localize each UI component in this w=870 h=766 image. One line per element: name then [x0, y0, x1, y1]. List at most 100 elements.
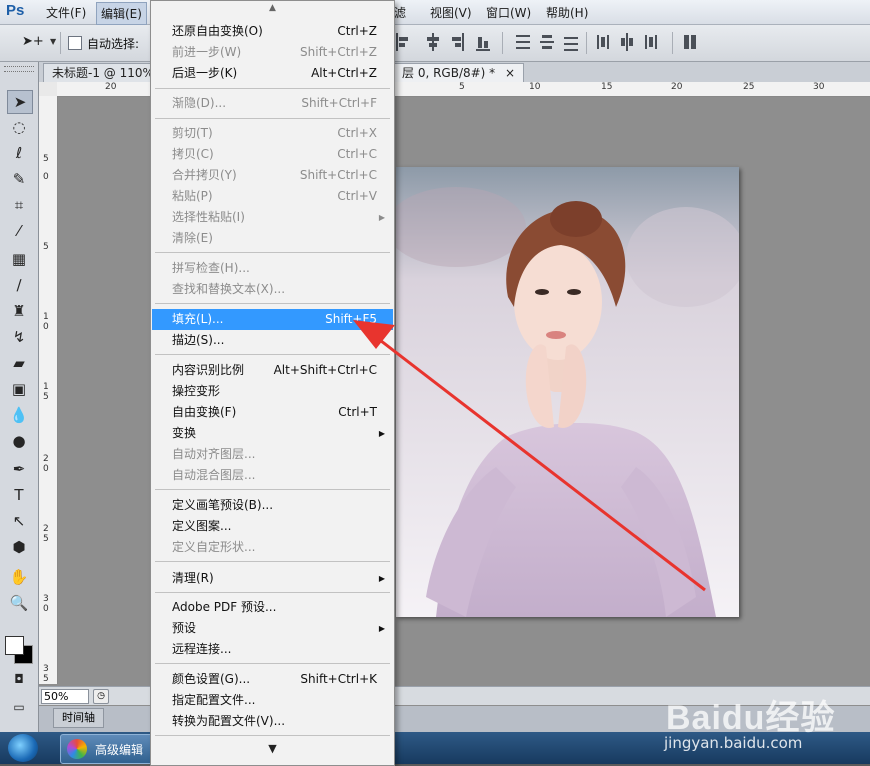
crop-tool-icon[interactable]: ⌗ [7, 194, 31, 216]
menu-item-fade[interactable]: 渐隐(D)... Shift+Ctrl+F [152, 93, 393, 114]
menu-item-stroke[interactable]: 描边(S)... [152, 330, 393, 351]
menu-help[interactable]: 帮助(H) [546, 4, 588, 21]
menu-filter[interactable]: 滤 [394, 4, 406, 21]
start-button-icon[interactable] [8, 734, 38, 762]
move-tool-icon[interactable]: ➤ [7, 90, 33, 114]
scroll-up-icon[interactable]: ▲ [151, 3, 394, 19]
menu-item-label: 内容识别比例 [172, 363, 245, 377]
quick-mask-icon[interactable]: ◘ [7, 668, 31, 690]
menu-item-find-replace[interactable]: 查找和替换文本(X)... [152, 279, 393, 300]
zoom-tool-icon[interactable]: 🔍 [7, 592, 31, 614]
taskbar-app-button[interactable]: 高级编辑 [60, 734, 162, 764]
align-hcenter-icon[interactable] [426, 33, 440, 51]
marquee-tool-icon[interactable]: ◌ [7, 116, 31, 138]
portrait-photo [396, 167, 739, 617]
menu-item-color-settings[interactable]: 颜色设置(G)... Shift+Ctrl+K [152, 669, 393, 690]
lasso-tool-icon[interactable]: ℓ [7, 142, 31, 164]
distribute-right-icon[interactable] [644, 33, 658, 51]
menu-file[interactable]: 文件(F) [46, 4, 86, 21]
menu-view[interactable]: 视图(V) [430, 4, 472, 21]
align-bottom-icon[interactable] [476, 33, 490, 51]
foreground-color-swatch[interactable] [5, 636, 24, 655]
distribute-top-icon[interactable] [516, 33, 530, 51]
document-canvas-image[interactable] [396, 167, 739, 617]
menu-item-define-pattern[interactable]: 定义图案... [152, 516, 393, 537]
menu-item-paste-special[interactable]: 选择性粘贴(I) ▶ [152, 207, 393, 228]
gradient-tool-icon[interactable]: ▣ [7, 378, 31, 400]
pen-tool-icon[interactable]: ✒ [7, 458, 31, 480]
type-tool-icon[interactable]: T [7, 484, 31, 506]
menu-item-remote-connections[interactable]: 远程连接... [152, 639, 393, 660]
separator [672, 32, 673, 54]
ruler-label: 3 0 [43, 594, 49, 614]
shape-tool-icon[interactable]: ⬢ [7, 536, 31, 558]
tab-active-document[interactable]: 层 0, RGB/8#) * × [393, 63, 525, 82]
tab-close-icon[interactable]: × [505, 66, 515, 80]
dodge-tool-icon[interactable]: ● [7, 430, 31, 452]
distribute-bottom-icon[interactable] [564, 33, 578, 51]
menu-item-copy-merged[interactable]: 合并拷贝(Y) Shift+Ctrl+C [152, 165, 393, 186]
menu-item-spell-check[interactable]: 拼写检查(H)... [152, 258, 393, 279]
menu-item-convert-profile[interactable]: 转换为配置文件(V)... [152, 711, 393, 732]
vertical-ruler[interactable]: 5 0 5 1 0 1 5 2 0 2 5 3 0 3 5 [39, 96, 58, 684]
menu-separator [155, 663, 390, 664]
scroll-down-icon[interactable]: ▼ [151, 742, 394, 758]
tab-timeline[interactable]: 时间轴 [53, 708, 104, 728]
menu-edit[interactable]: 编辑(E) [96, 2, 147, 25]
separator [60, 32, 61, 54]
brush-tool-icon[interactable]: ∕ [7, 274, 31, 296]
panel-grip[interactable] [4, 66, 34, 72]
blur-tool-icon[interactable]: 💧 [7, 404, 31, 426]
menu-item-define-brush[interactable]: 定义画笔预设(B)... [152, 495, 393, 516]
distribute-hcenter-icon[interactable] [620, 33, 634, 51]
menu-item-define-shape[interactable]: 定义自定形状... [152, 537, 393, 558]
zoom-level-field[interactable]: 50% [41, 689, 89, 704]
menu-item-copy[interactable]: 拷贝(C) Ctrl+C [152, 144, 393, 165]
align-left-icon[interactable] [396, 33, 410, 51]
menu-separator [155, 88, 390, 89]
path-selection-icon[interactable]: ↖ [7, 510, 31, 532]
menu-item-puppet-warp[interactable]: 操控变形 [152, 381, 393, 402]
menu-item-step-backward[interactable]: 后退一步(K) Alt+Ctrl+Z [152, 63, 393, 84]
align-right-icon[interactable] [450, 33, 464, 51]
tab-untitled[interactable]: 未标题-1 @ 110% [43, 63, 163, 82]
menu-item-step-forward[interactable]: 前进一步(W) Shift+Ctrl+Z [152, 42, 393, 63]
ruler-origin[interactable] [39, 82, 58, 97]
menu-item-free-transform[interactable]: 自由变换(F) Ctrl+T [152, 402, 393, 423]
menu-item-paste[interactable]: 粘贴(P) Ctrl+V [152, 186, 393, 207]
quick-selection-tool-icon[interactable]: ✎ [7, 168, 31, 190]
menu-window[interactable]: 窗口(W) [486, 4, 531, 21]
menu-item-fill[interactable]: 填充(L)... Shift+F5 [152, 309, 393, 330]
chevron-down-icon[interactable]: ▼ [50, 37, 56, 46]
move-tool-preset-icon[interactable]: ➤+ [22, 34, 44, 49]
menu-item-assign-profile[interactable]: 指定配置文件... [152, 690, 393, 711]
menu-item-presets[interactable]: 预设 ▶ [152, 618, 393, 639]
auto-align-layers-icon[interactable] [684, 33, 698, 51]
menu-item-label: Adobe PDF 预设... [172, 600, 277, 614]
menu-item-label: 定义图案... [172, 519, 232, 533]
menu-item-content-aware-scale[interactable]: 内容识别比例 Alt+Shift+Ctrl+C [152, 360, 393, 381]
status-menu-icon[interactable]: ◷ [93, 689, 109, 704]
auto-select-checkbox[interactable] [68, 36, 82, 50]
menu-item-transform[interactable]: 变换 ▶ [152, 423, 393, 444]
menu-item-pdf-presets[interactable]: Adobe PDF 预设... [152, 597, 393, 618]
menu-item-shortcut: Shift+F5 [325, 312, 377, 326]
edit-menu-dropdown: ▲ 还原自由变换(O) Ctrl+Z 前进一步(W) Shift+Ctrl+Z 后退… [150, 0, 395, 766]
menu-item-cut[interactable]: 剪切(T) Ctrl+X [152, 123, 393, 144]
menu-item-auto-blend[interactable]: 自动混合图层... [152, 465, 393, 486]
menu-item-label: 自动混合图层... [172, 468, 256, 482]
eyedropper-tool-icon[interactable]: ⁄ [7, 220, 31, 242]
menu-item-clear[interactable]: 清除(E) [152, 228, 393, 249]
menu-item-purge[interactable]: 清理(R) ▶ [152, 568, 393, 589]
eraser-tool-icon[interactable]: ▰ [7, 352, 31, 374]
menu-item-undo[interactable]: 还原自由变换(O) Ctrl+Z [152, 21, 393, 42]
hand-tool-icon[interactable]: ✋ [7, 566, 31, 588]
screen-mode-icon[interactable]: ▭ [7, 696, 31, 718]
clone-stamp-icon[interactable]: ♜ [7, 300, 31, 322]
menu-item-auto-align[interactable]: 自动对齐图层... [152, 444, 393, 465]
healing-brush-icon[interactable]: ▦ [7, 248, 31, 270]
menu-item-shortcut: Shift+Ctrl+C [299, 168, 377, 182]
distribute-left-icon[interactable] [596, 33, 610, 51]
distribute-vcenter-icon[interactable] [540, 33, 554, 51]
history-brush-icon[interactable]: ↯ [7, 326, 31, 348]
